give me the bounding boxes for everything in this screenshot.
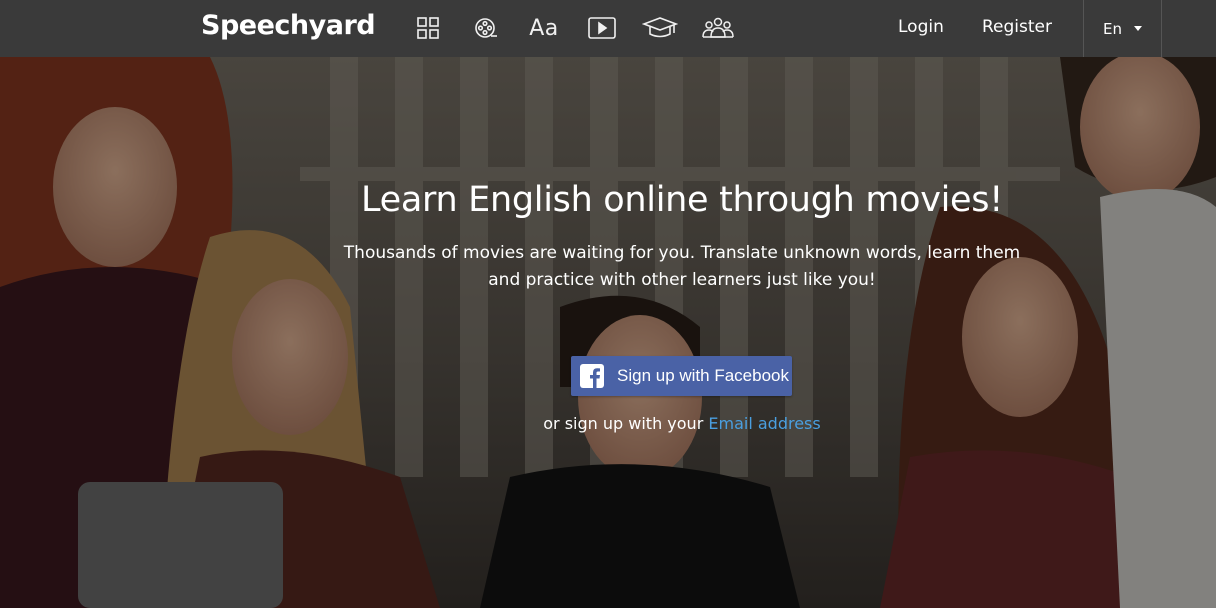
facebook-button-label: Sign up with Facebook xyxy=(617,366,789,385)
language-selector[interactable]: En xyxy=(1083,0,1162,57)
community-icon[interactable] xyxy=(700,12,736,44)
hero-subtitle-line-2: and practice with other learners just li… xyxy=(488,270,876,290)
hero-title: Learn English online through movies! xyxy=(361,180,1003,220)
main-nav-icons: Aa xyxy=(410,12,758,44)
video-play-icon[interactable] xyxy=(584,12,620,44)
top-navigation-bar: Speechyard Aa Login Register En xyxy=(0,0,1216,57)
facebook-signup-button[interactable]: Sign up with Facebook xyxy=(571,356,792,396)
graduation-cap-icon[interactable] xyxy=(642,12,678,44)
email-signup-line: or sign up with your Email address xyxy=(0,414,1216,433)
hero-subtitle: Thousands of movies are waiting for you.… xyxy=(340,240,1024,294)
language-label: En xyxy=(1103,19,1122,38)
email-signup-link[interactable]: Email address xyxy=(708,414,820,433)
hero-section: Learn English online through movies! Tho… xyxy=(0,57,1216,608)
facebook-icon xyxy=(580,364,604,388)
hero-subtitle-line-1: Thousands of movies are waiting for you.… xyxy=(343,243,1021,263)
or-signup-text: or sign up with your xyxy=(543,414,704,433)
catalog-grid-icon[interactable] xyxy=(410,12,446,44)
site-logo[interactable]: Speechyard xyxy=(201,10,376,41)
register-link[interactable]: Register xyxy=(982,17,1052,37)
login-link[interactable]: Login xyxy=(898,17,944,37)
dictionary-icon[interactable]: Aa xyxy=(526,12,562,44)
film-reel-icon[interactable] xyxy=(468,12,504,44)
hero-dark-overlay xyxy=(0,57,1216,608)
chevron-down-icon xyxy=(1133,26,1142,31)
